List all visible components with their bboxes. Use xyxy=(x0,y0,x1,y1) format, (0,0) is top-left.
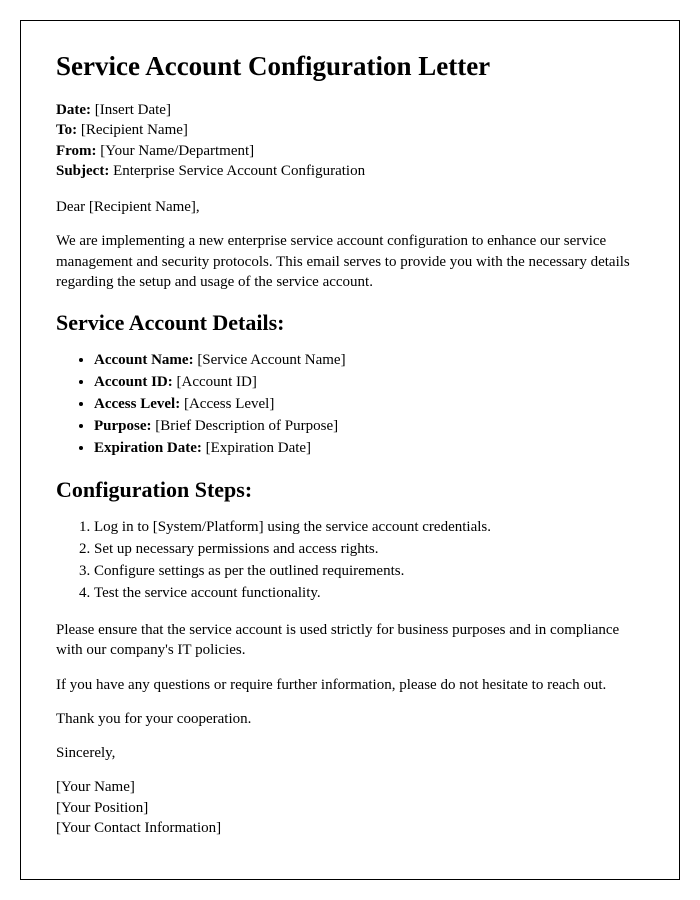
list-item: Log in to [System/Platform] using the se… xyxy=(94,517,644,538)
account-name-label: Account Name: xyxy=(94,352,194,368)
date-line: Date: [Insert Date] xyxy=(56,100,644,120)
list-item: Account Name: [Service Account Name] xyxy=(94,350,644,371)
subject-label: Subject: xyxy=(56,163,109,179)
date-label: Date: xyxy=(56,102,91,118)
signature-name: [Your Name] xyxy=(56,777,644,797)
account-id-label: Account ID: xyxy=(94,374,173,390)
signature-position: [Your Position] xyxy=(56,798,644,818)
list-item: Access Level: [Access Level] xyxy=(94,394,644,415)
date-value: [Insert Date] xyxy=(91,102,171,118)
list-item: Purpose: [Brief Description of Purpose] xyxy=(94,416,644,437)
document-container: Service Account Configuration Letter Dat… xyxy=(20,20,680,880)
details-list: Account Name: [Service Account Name] Acc… xyxy=(94,350,644,459)
signature-block: [Your Name] [Your Position] [Your Contac… xyxy=(56,777,644,838)
signature-contact: [Your Contact Information] xyxy=(56,818,644,838)
list-item: Set up necessary permissions and access … xyxy=(94,539,644,560)
steps-list: Log in to [System/Platform] using the se… xyxy=(94,517,644,604)
from-line: From: [Your Name/Department] xyxy=(56,141,644,161)
list-item: Configure settings as per the outlined r… xyxy=(94,561,644,582)
list-item: Account ID: [Account ID] xyxy=(94,372,644,393)
account-id-value: [Account ID] xyxy=(173,374,257,390)
subject-line: Subject: Enterprise Service Account Conf… xyxy=(56,161,644,181)
questions-paragraph: If you have any questions or require fur… xyxy=(56,675,644,695)
letter-header: Date: [Insert Date] To: [Recipient Name]… xyxy=(56,100,644,181)
steps-heading: Configuration Steps: xyxy=(56,477,644,503)
to-value: [Recipient Name] xyxy=(77,122,188,138)
from-label: From: xyxy=(56,143,97,159)
to-label: To: xyxy=(56,122,77,138)
closing: Sincerely, xyxy=(56,743,644,763)
compliance-paragraph: Please ensure that the service account i… xyxy=(56,620,644,661)
purpose-value: [Brief Description of Purpose] xyxy=(152,418,339,434)
purpose-label: Purpose: xyxy=(94,418,152,434)
to-line: To: [Recipient Name] xyxy=(56,120,644,140)
list-item: Expiration Date: [Expiration Date] xyxy=(94,438,644,459)
access-level-label: Access Level: xyxy=(94,396,180,412)
details-heading: Service Account Details: xyxy=(56,310,644,336)
list-item: Test the service account functionality. xyxy=(94,583,644,604)
intro-paragraph: We are implementing a new enterprise ser… xyxy=(56,231,644,292)
salutation: Dear [Recipient Name], xyxy=(56,197,644,217)
thanks-paragraph: Thank you for your cooperation. xyxy=(56,709,644,729)
expiration-value: [Expiration Date] xyxy=(202,440,311,456)
account-name-value: [Service Account Name] xyxy=(194,352,346,368)
expiration-label: Expiration Date: xyxy=(94,440,202,456)
page-title: Service Account Configuration Letter xyxy=(56,51,644,82)
from-value: [Your Name/Department] xyxy=(97,143,255,159)
subject-value: Enterprise Service Account Configuration xyxy=(109,163,365,179)
access-level-value: [Access Level] xyxy=(180,396,274,412)
